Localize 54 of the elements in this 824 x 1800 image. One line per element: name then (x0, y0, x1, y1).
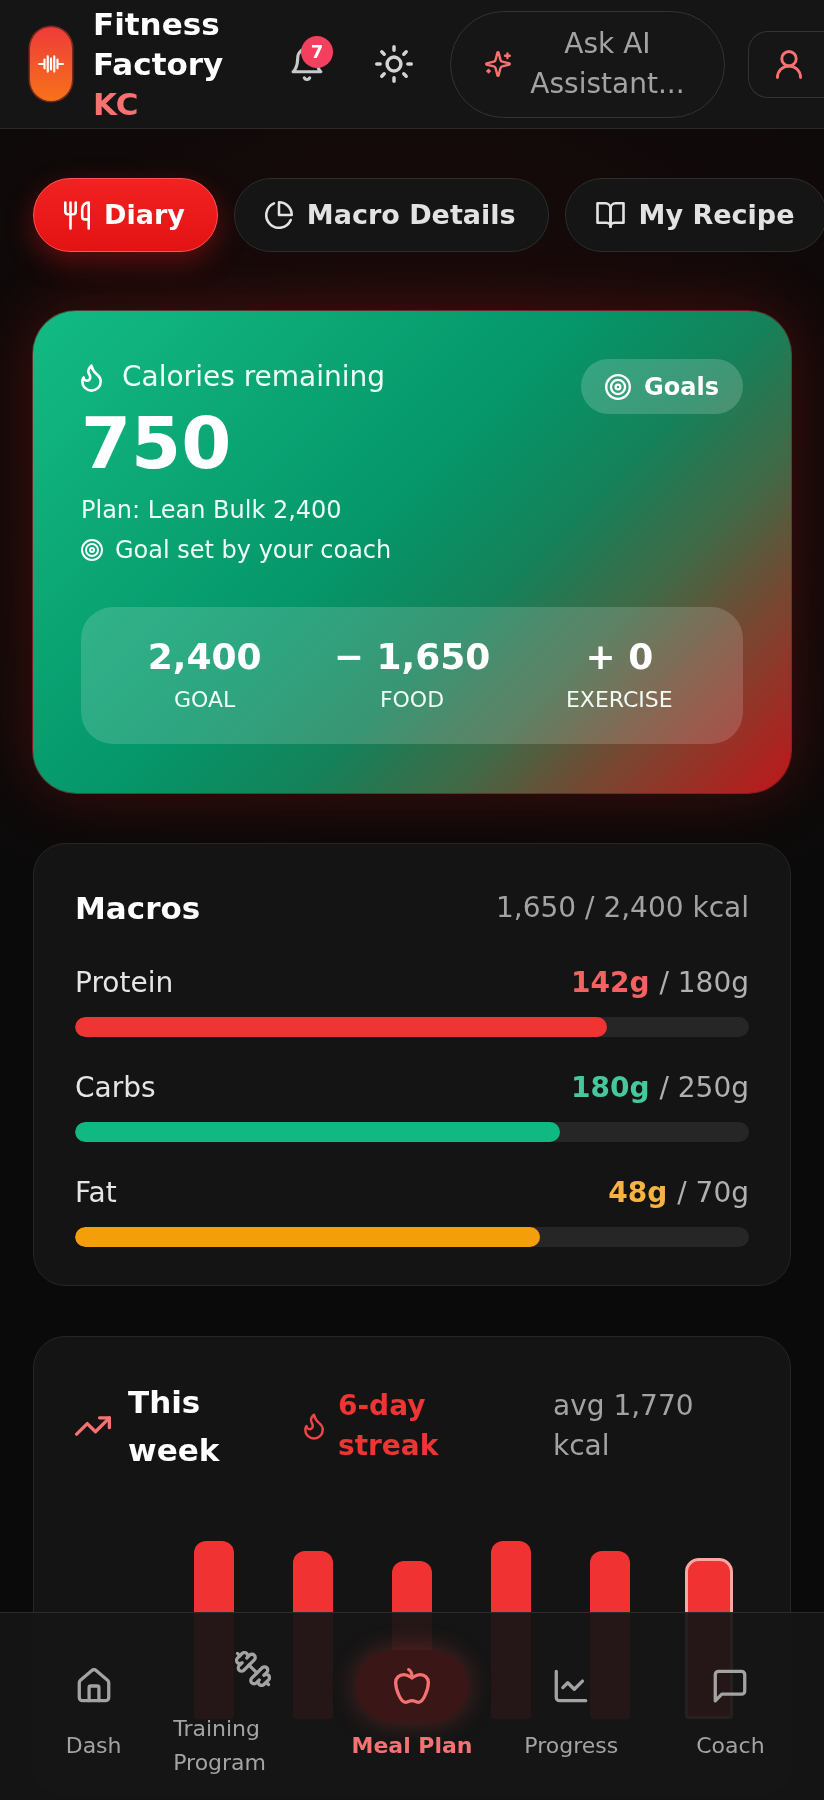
stat-value: − 1,650 (332, 635, 492, 679)
stat-label: EXERCISE (564, 686, 674, 714)
notification-badge: 7 (301, 36, 333, 68)
profile-button[interactable] (748, 30, 824, 98)
target-icon (605, 373, 632, 400)
nav-item[interactable]: Coach (650, 1650, 810, 1763)
macro-name: Protein (75, 965, 174, 1001)
macro-target: / 70g (677, 1175, 749, 1211)
tab[interactable]: My Recipe (564, 178, 824, 252)
tab[interactable]: Macro Details (233, 178, 549, 252)
pie-chart-icon (264, 201, 293, 229)
nav-item[interactable]: Dash (14, 1650, 174, 1763)
coach-note: Goal set by your coach (115, 535, 392, 566)
brand-name: Fitness Factory (93, 5, 225, 84)
target-icon (81, 539, 103, 561)
tab[interactable]: Diary (33, 178, 218, 252)
nav-item[interactable]: Progress (491, 1650, 651, 1763)
book-icon (595, 202, 625, 228)
macro-name: Carbs (75, 1070, 156, 1106)
nav-item[interactable]: Meal Plan (332, 1650, 492, 1763)
sun-icon[interactable] (375, 45, 413, 83)
macro-target: / 250g (659, 1070, 749, 1106)
nav-item[interactable]: Training Program (173, 1633, 333, 1780)
macro-target: / 180g (659, 965, 749, 1001)
macro-amount: 48g (608, 1175, 668, 1211)
macros-total: 1,650 / 2,400 kcal (496, 890, 749, 926)
week-title: This week (128, 1383, 221, 1470)
user-icon (776, 49, 802, 79)
stat-value: + 0 (584, 635, 655, 679)
logo-icon (30, 27, 72, 101)
sparkle-icon (485, 51, 511, 77)
stat-value: 2,400 (146, 635, 263, 679)
flame-icon (81, 362, 102, 392)
dumbbell-icon (234, 1651, 271, 1687)
macro-name: Fat (75, 1175, 117, 1211)
flame-icon (304, 1412, 324, 1440)
trend-up-icon (75, 1416, 111, 1436)
ask-ai-button[interactable]: Ask AI Assistant... (450, 10, 725, 118)
calories-remaining: 750 (81, 407, 233, 479)
macro-amount: 142g (570, 965, 650, 1001)
plan-text: Plan: Lean Bulk 2,400 (81, 495, 343, 526)
calories-label: Calories remaining (122, 359, 385, 395)
user-initials: KC (93, 85, 140, 124)
macro-amount: 180g (570, 1070, 650, 1106)
apple-icon (356, 1650, 468, 1722)
average-kcal: avg 1,770 kcal (553, 1388, 695, 1464)
fork-knife-icon (64, 200, 90, 230)
macros-title: Macros (75, 889, 201, 928)
streak-text: 6-day streak (338, 1388, 440, 1464)
line-chart-icon (553, 1668, 590, 1704)
house-icon (75, 1668, 112, 1704)
stat-label: GOAL (173, 686, 237, 714)
stat-label: FOOD (378, 686, 446, 714)
chat-bubble-icon (712, 1668, 749, 1704)
